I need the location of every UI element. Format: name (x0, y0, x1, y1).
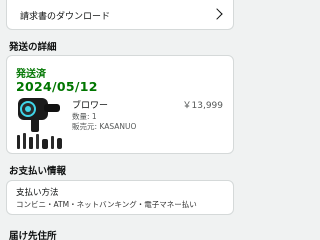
delivery-section-title: 届け先住所 (9, 231, 57, 240)
product-seller: 販売元: KASANUO (72, 122, 137, 131)
invoice-download-label: 請求書のダウンロード (20, 12, 111, 22)
shipment-date: 2024/05/12 (16, 79, 98, 94)
blower-product-image[interactable] (14, 96, 66, 151)
shipment-card: 発送済 2024/05/12 ブロワー 数量: 1 販売元: KASANUO ￥… (6, 55, 234, 154)
payment-section-title: お支払い情報 (9, 166, 67, 177)
product-name-link[interactable]: ブロワー (72, 98, 108, 111)
payment-method-label: 支払い方法 (16, 188, 59, 198)
invoice-download-row[interactable]: 請求書のダウンロード (6, 0, 234, 30)
payment-method-card: 支払い方法 コンビニ・ATM・ネットバンキング・電子マネー払い (6, 180, 234, 215)
shipment-status: 発送済 (16, 69, 46, 80)
payment-method-value: コンビニ・ATM・ネットバンキング・電子マネー払い (16, 200, 197, 209)
chevron-right-icon (211, 8, 223, 20)
shipping-section-title: 発送の詳細 (9, 42, 57, 53)
product-price: ￥13,999 (182, 101, 224, 111)
